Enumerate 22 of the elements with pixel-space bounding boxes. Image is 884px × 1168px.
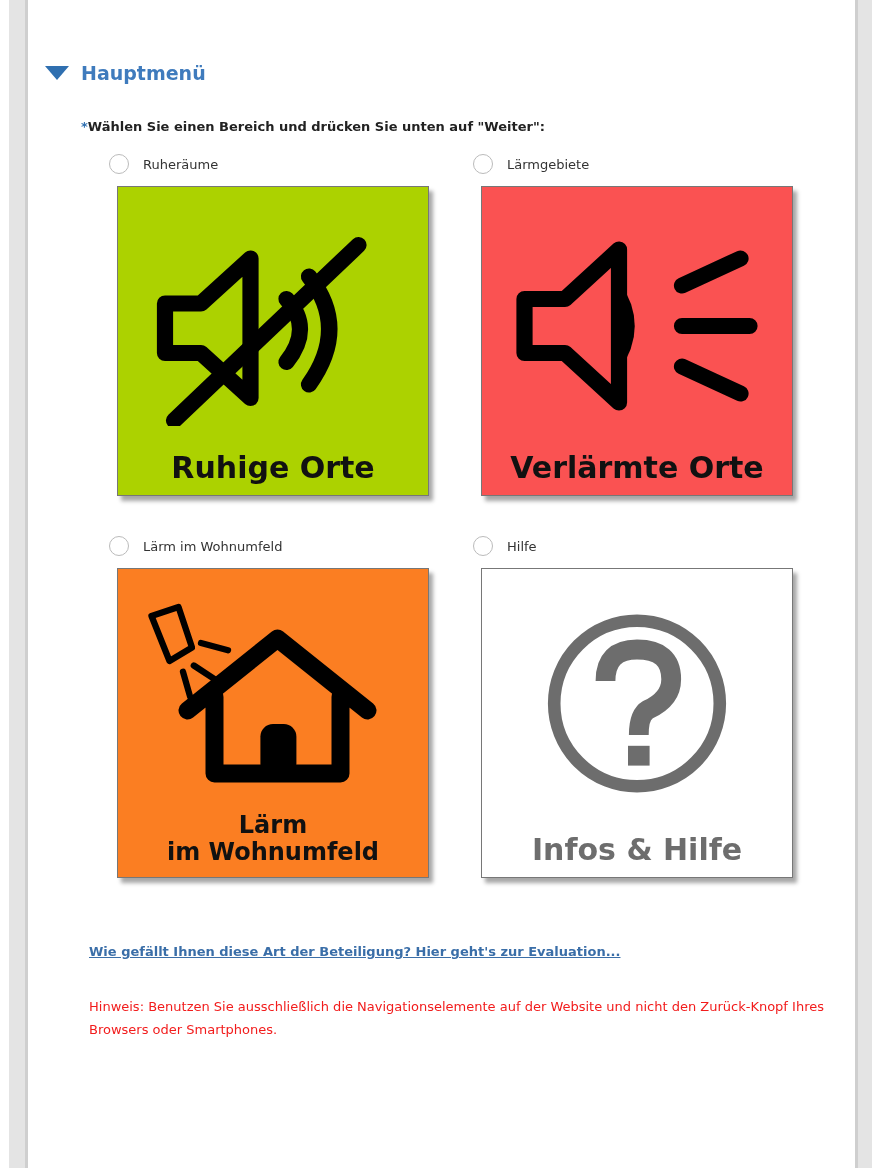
tile-caption: Ruhige Orte: [171, 450, 375, 485]
category-tile[interactable]: Ruhige Orte: [117, 186, 429, 496]
radio-button[interactable]: [109, 154, 129, 174]
radio-button[interactable]: [473, 154, 493, 174]
tile-caption: Infos & Hilfe: [531, 832, 743, 867]
option-label[interactable]: Hilfe: [507, 538, 537, 554]
category-tile[interactable]: Infos & Hilfe: [481, 568, 793, 878]
category-tile[interactable]: Verlärmte Orte: [481, 186, 793, 496]
expand-caret-icon[interactable]: [45, 66, 69, 80]
tile-caption: Verlärmte Orte: [510, 450, 764, 485]
notice-text: Hinweis: Benutzen Sie ausschließlich die Navigationselemente auf der Website und nicht den Zurück-Knopf Ihres Browsers oder Smartphones.: [89, 998, 825, 1039]
option-label[interactable]: Lärmgebiete: [507, 156, 590, 172]
question-label: *Wählen Sie einen Bereich und drücken Sie unten auf "Weiter":: [81, 119, 546, 134]
category-tile[interactable]: Lärm im Wohnumfeld: [117, 568, 429, 878]
radio-button[interactable]: [109, 536, 129, 556]
option-label[interactable]: Ruheräume: [143, 156, 219, 172]
section-title[interactable]: Hauptmenü: [81, 62, 206, 84]
tile-caption: Lärm: [238, 811, 308, 840]
option-label[interactable]: Lärm im Wohnumfeld: [143, 538, 283, 554]
tile-caption: im Wohnumfeld: [166, 839, 380, 867]
radio-button[interactable]: [473, 536, 493, 556]
evaluation-link[interactable]: Wie gefällt Ihnen diese Art der Beteiligung? Hier geht's zur Evaluation...: [89, 944, 621, 959]
